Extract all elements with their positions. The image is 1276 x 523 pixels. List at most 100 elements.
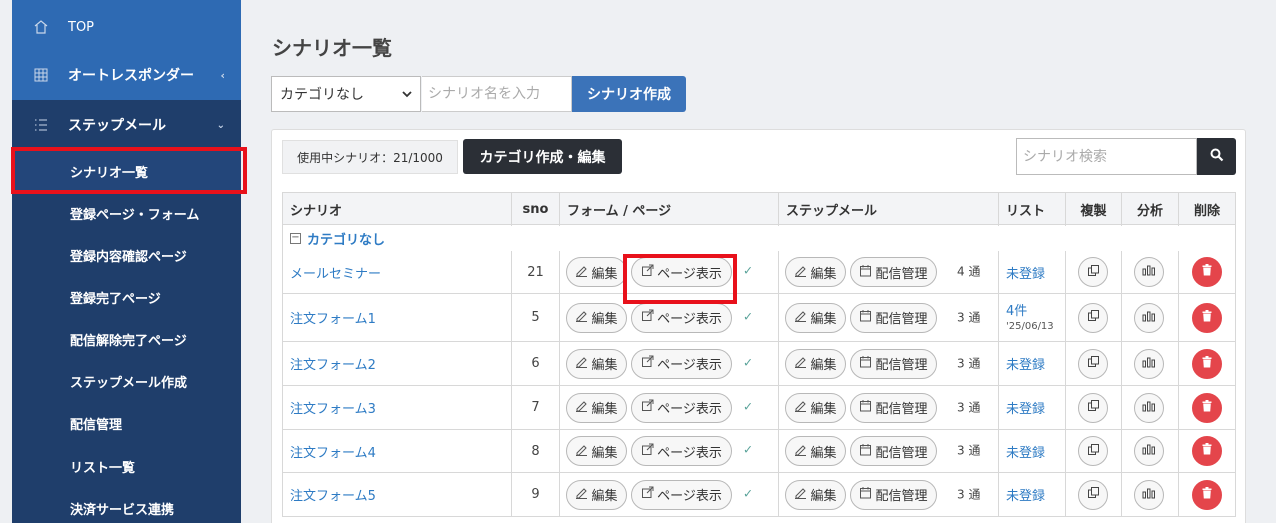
duplicate-button[interactable] (1078, 392, 1108, 423)
duplicate-button[interactable] (1078, 257, 1108, 287)
header-analysis: 分析 (1121, 193, 1178, 226)
sidebar-sub-scenario-list[interactable]: シナリオ一覧 (12, 150, 241, 192)
scenario-search-input[interactable] (1016, 138, 1197, 175)
trash-icon (1202, 399, 1212, 416)
sidebar-sub-confirm-page[interactable]: 登録内容確認ページ (12, 234, 241, 276)
search-icon (1210, 147, 1224, 166)
delivery-manage-button[interactable]: 配信管理 (850, 348, 937, 379)
sidebar-item-top[interactable]: TOP (12, 2, 241, 52)
table-row: 注文フォーム3 7 編集 ページ表示 ✓ 編集 配信管理 3 通 未登録 (282, 386, 1236, 430)
stepmail-edit-label: 編集 (810, 312, 837, 327)
header-sno: sno (511, 193, 559, 226)
page-view-button[interactable]: ページ表示 (631, 257, 732, 287)
duplicate-button[interactable] (1078, 479, 1108, 510)
list-status-link[interactable]: 未登録 (999, 442, 1045, 461)
delete-button[interactable] (1192, 257, 1222, 287)
sidebar-sub-label: 配信解除完了ページ (70, 333, 187, 349)
delivery-manage-button[interactable]: 配信管理 (850, 392, 937, 423)
copy-icon (1087, 355, 1100, 372)
stepmail-edit-button[interactable]: 編集 (785, 436, 846, 466)
page-view-button[interactable]: ページ表示 (631, 392, 732, 423)
form-edit-button[interactable]: 編集 (566, 257, 627, 287)
duplicate-cell (1065, 342, 1121, 385)
sidebar-item-autoresponder[interactable]: オートレスポンダー ‹ (12, 50, 241, 100)
form-edit-button[interactable]: 編集 (566, 392, 627, 423)
delivery-manage-button[interactable]: 配信管理 (850, 479, 937, 510)
stepmail-edit-button[interactable]: 編集 (785, 348, 846, 379)
form-edit-button[interactable]: 編集 (566, 436, 627, 466)
list-status-link[interactable]: 未登録 (999, 398, 1045, 417)
list-status-link[interactable]: 未登録 (999, 263, 1045, 282)
sidebar-sub-unsubscribe-page[interactable]: 配信解除完了ページ (12, 318, 241, 360)
check-icon: ✓ (743, 486, 754, 501)
collapse-icon[interactable]: − (290, 232, 301, 244)
sidebar-sub-payment[interactable]: 決済サービス連携 (12, 487, 241, 523)
scenario-name-input[interactable] (422, 76, 572, 112)
scenario-name-link[interactable]: 注文フォーム5 (290, 485, 376, 504)
duplicate-button[interactable] (1078, 348, 1108, 379)
stepmail-edit-button[interactable]: 編集 (785, 302, 846, 333)
form-edit-button[interactable]: 編集 (566, 348, 627, 379)
form-page-cell: 編集 ページ表示 ✓ (559, 342, 778, 385)
sidebar-sub-register-form[interactable]: 登録ページ・フォーム (12, 192, 241, 234)
form-edit-label: 編集 (591, 312, 618, 327)
form-edit-button[interactable]: 編集 (566, 302, 627, 333)
create-scenario-button[interactable]: シナリオ作成 (572, 76, 686, 112)
analysis-button[interactable] (1134, 257, 1164, 287)
list-cell: 未登録 (998, 342, 1065, 385)
delivery-manage-button[interactable]: 配信管理 (850, 257, 937, 287)
stepmail-edit-button[interactable]: 編集 (785, 257, 846, 287)
delete-button[interactable] (1192, 436, 1222, 466)
analysis-button[interactable] (1134, 392, 1164, 423)
list-count[interactable]: 4件 '25/06/13 (1006, 300, 1054, 332)
list-count-value[interactable]: 4件 (1006, 300, 1054, 319)
form-page-cell: 編集 ページ表示 ✓ (559, 473, 778, 516)
sidebar-sub-complete-page[interactable]: 登録完了ページ (12, 276, 241, 318)
duplicate-cell (1065, 386, 1121, 429)
delivery-manage-button[interactable]: 配信管理 (850, 302, 937, 333)
category-select[interactable]: カテゴリなし (271, 76, 421, 112)
delete-button[interactable] (1192, 302, 1222, 333)
list-status-link[interactable]: 未登録 (999, 354, 1045, 373)
analysis-button[interactable] (1134, 302, 1164, 333)
delete-cell (1178, 386, 1235, 429)
page-view-button[interactable]: ページ表示 (631, 436, 732, 466)
page-view-button[interactable]: ページ表示 (631, 302, 732, 333)
sno-cell: 6 (511, 342, 559, 385)
form-edit-label: 編集 (591, 266, 618, 282)
stepmail-edit-button[interactable]: 編集 (785, 479, 846, 510)
delete-button[interactable] (1192, 479, 1222, 510)
page-view-button[interactable]: ページ表示 (631, 348, 732, 379)
scenario-name-link[interactable]: 注文フォーム3 (290, 398, 376, 417)
calendar-icon (859, 443, 872, 460)
duplicate-button[interactable] (1078, 436, 1108, 466)
page-view-label: ページ表示 (657, 445, 722, 461)
scenario-name-link[interactable]: 注文フォーム2 (290, 354, 376, 373)
duplicate-button[interactable] (1078, 302, 1108, 333)
copy-icon (1087, 399, 1100, 416)
category-edit-button[interactable]: カテゴリ作成・編集 (463, 139, 622, 174)
form-edit-button[interactable]: 編集 (566, 479, 627, 510)
sidebar-sub-label: 決済サービス連携 (70, 502, 175, 518)
sidebar-sub-label: シナリオ一覧 (70, 165, 149, 181)
scenario-name-link[interactable]: メールセミナー (290, 263, 381, 282)
scenario-name-link[interactable]: 注文フォーム1 (290, 308, 376, 327)
sidebar-item-stepmail[interactable]: ステップメール ⌄ (12, 100, 241, 150)
list-status-link[interactable]: 未登録 (999, 485, 1045, 504)
analysis-button[interactable] (1134, 436, 1164, 466)
delete-button[interactable] (1192, 348, 1222, 379)
delete-button[interactable] (1192, 392, 1222, 423)
analysis-button[interactable] (1134, 348, 1164, 379)
page-view-button[interactable]: ページ表示 (631, 479, 732, 510)
search-button[interactable] (1197, 138, 1236, 175)
scenario-name-link[interactable]: 注文フォーム4 (290, 442, 376, 461)
analysis-button[interactable] (1134, 479, 1164, 510)
list-cell: 4件 '25/06/13 (998, 294, 1065, 341)
category-group-row[interactable]: − カテゴリなし (282, 225, 1236, 251)
delivery-manage-button[interactable]: 配信管理 (850, 436, 937, 466)
sidebar-sub-create-stepmail[interactable]: ステップメール作成 (12, 360, 241, 402)
sidebar-sub-delivery[interactable]: 配信管理 (12, 402, 241, 444)
stepmail-edit-button[interactable]: 編集 (785, 392, 846, 423)
external-link-icon (641, 264, 654, 281)
sidebar-sub-list[interactable]: リスト一覧 (12, 445, 241, 487)
